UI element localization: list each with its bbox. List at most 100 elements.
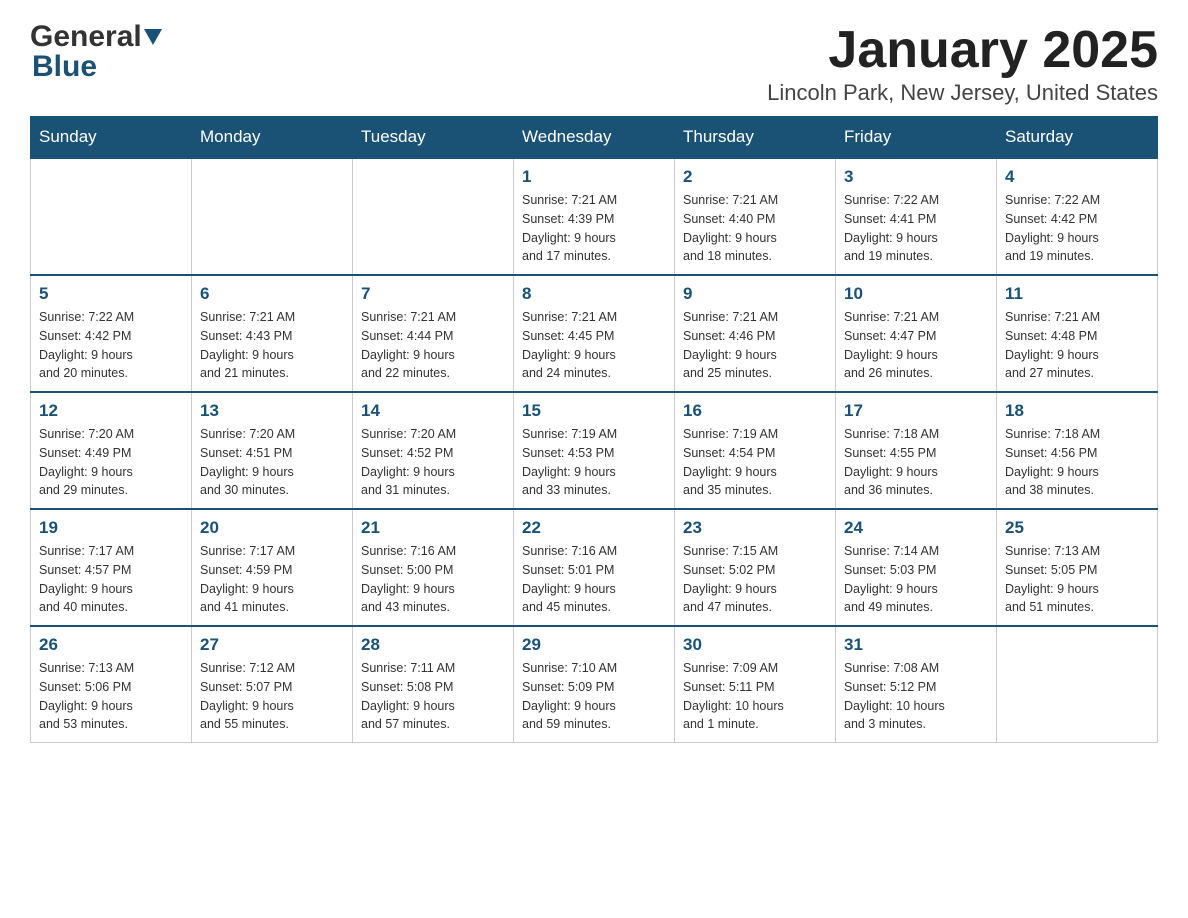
day-info: Sunrise: 7:08 AMSunset: 5:12 PMDaylight:… bbox=[844, 659, 988, 734]
calendar-day-header: Sunday bbox=[31, 117, 192, 159]
day-info: Sunrise: 7:17 AMSunset: 4:57 PMDaylight:… bbox=[39, 542, 183, 617]
calendar-cell: 25 Sunrise: 7:13 AMSunset: 5:05 PMDayligh… bbox=[997, 509, 1158, 626]
day-info: Sunrise: 7:18 AMSunset: 4:56 PMDaylight:… bbox=[1005, 425, 1149, 500]
calendar-cell: 27 Sunrise: 7:12 AMSunset: 5:07 PMDayligh… bbox=[192, 626, 353, 743]
calendar-cell: 8Sunrise: 7:21 AMSunset: 4:45 PMDaylight… bbox=[514, 275, 675, 392]
calendar-day-header: Saturday bbox=[997, 117, 1158, 159]
calendar-cell bbox=[31, 158, 192, 275]
calendar-cell: 4 Sunrise: 7:22 AMSunset: 4:42 PMDaylight… bbox=[997, 158, 1158, 275]
calendar-cell: 14 Sunrise: 7:20 AMSunset: 4:52 PMDayligh… bbox=[353, 392, 514, 509]
calendar-day-header: Wednesday bbox=[514, 117, 675, 159]
day-number: 12 bbox=[39, 401, 183, 421]
calendar-week-row: 19 Sunrise: 7:17 AMSunset: 4:57 PMDayligh… bbox=[31, 509, 1158, 626]
day-info: Sunrise: 7:12 AMSunset: 5:07 PMDaylight:… bbox=[200, 659, 344, 734]
day-number: 31 bbox=[844, 635, 988, 655]
day-info: Sunrise: 7:22 AMSunset: 4:42 PMDaylight:… bbox=[39, 308, 183, 383]
calendar-day-header: Tuesday bbox=[353, 117, 514, 159]
calendar-week-row: 26 Sunrise: 7:13 AMSunset: 5:06 PMDayligh… bbox=[31, 626, 1158, 743]
day-number: 9 bbox=[683, 284, 827, 304]
logo-arrow-icon bbox=[144, 29, 162, 50]
calendar-cell: 15Sunrise: 7:19 AMSunset: 4:53 PMDayligh… bbox=[514, 392, 675, 509]
day-info: Sunrise: 7:20 AMSunset: 4:51 PMDaylight:… bbox=[200, 425, 344, 500]
calendar-cell: 9 Sunrise: 7:21 AMSunset: 4:46 PMDaylight… bbox=[675, 275, 836, 392]
day-number: 7 bbox=[361, 284, 505, 304]
location-title: Lincoln Park, New Jersey, United States bbox=[767, 80, 1158, 106]
day-number: 26 bbox=[39, 635, 183, 655]
calendar-cell: 22 Sunrise: 7:16 AMSunset: 5:01 PMDayligh… bbox=[514, 509, 675, 626]
day-info: Sunrise: 7:21 AMSunset: 4:47 PMDaylight:… bbox=[844, 308, 988, 383]
calendar-cell: 31 Sunrise: 7:08 AMSunset: 5:12 PMDayligh… bbox=[836, 626, 997, 743]
day-info: Sunrise: 7:17 AMSunset: 4:59 PMDaylight:… bbox=[200, 542, 344, 617]
calendar-cell: 20 Sunrise: 7:17 AMSunset: 4:59 PMDayligh… bbox=[192, 509, 353, 626]
day-info: Sunrise: 7:21 AMSunset: 4:40 PMDaylight:… bbox=[683, 191, 827, 266]
calendar-cell: 17 Sunrise: 7:18 AMSunset: 4:55 PMDayligh… bbox=[836, 392, 997, 509]
calendar-cell: 18 Sunrise: 7:18 AMSunset: 4:56 PMDayligh… bbox=[997, 392, 1158, 509]
day-info: Sunrise: 7:21 AMSunset: 4:45 PMDaylight:… bbox=[522, 308, 666, 383]
day-info: Sunrise: 7:10 AMSunset: 5:09 PMDaylight:… bbox=[522, 659, 666, 734]
calendar-week-row: 5 Sunrise: 7:22 AMSunset: 4:42 PMDaylight… bbox=[31, 275, 1158, 392]
day-number: 22 bbox=[522, 518, 666, 538]
day-info: Sunrise: 7:13 AMSunset: 5:05 PMDaylight:… bbox=[1005, 542, 1149, 617]
day-number: 2 bbox=[683, 167, 827, 187]
day-info: Sunrise: 7:20 AMSunset: 4:49 PMDaylight:… bbox=[39, 425, 183, 500]
page-header: General Blue January 2025 Lincoln Park, … bbox=[30, 20, 1158, 106]
day-number: 21 bbox=[361, 518, 505, 538]
day-number: 27 bbox=[200, 635, 344, 655]
day-info: Sunrise: 7:19 AMSunset: 4:54 PMDaylight:… bbox=[683, 425, 827, 500]
calendar-cell: 29 Sunrise: 7:10 AMSunset: 5:09 PMDayligh… bbox=[514, 626, 675, 743]
day-info: Sunrise: 7:16 AMSunset: 5:01 PMDaylight:… bbox=[522, 542, 666, 617]
day-number: 18 bbox=[1005, 401, 1149, 421]
day-number: 25 bbox=[1005, 518, 1149, 538]
calendar-cell: 1Sunrise: 7:21 AMSunset: 4:39 PMDaylight… bbox=[514, 158, 675, 275]
day-number: 29 bbox=[522, 635, 666, 655]
day-number: 14 bbox=[361, 401, 505, 421]
day-number: 17 bbox=[844, 401, 988, 421]
calendar-cell: 16 Sunrise: 7:19 AMSunset: 4:54 PMDayligh… bbox=[675, 392, 836, 509]
day-info: Sunrise: 7:22 AMSunset: 4:41 PMDaylight:… bbox=[844, 191, 988, 266]
day-number: 1 bbox=[522, 167, 666, 187]
calendar-cell: 23 Sunrise: 7:15 AMSunset: 5:02 PMDayligh… bbox=[675, 509, 836, 626]
calendar-cell bbox=[997, 626, 1158, 743]
calendar-cell: 3Sunrise: 7:22 AMSunset: 4:41 PMDaylight… bbox=[836, 158, 997, 275]
day-number: 23 bbox=[683, 518, 827, 538]
logo: General Blue bbox=[30, 20, 162, 84]
title-section: January 2025 Lincoln Park, New Jersey, U… bbox=[767, 20, 1158, 106]
day-number: 16 bbox=[683, 401, 827, 421]
day-number: 28 bbox=[361, 635, 505, 655]
day-number: 10 bbox=[844, 284, 988, 304]
day-info: Sunrise: 7:21 AMSunset: 4:46 PMDaylight:… bbox=[683, 308, 827, 383]
calendar-table: SundayMondayTuesdayWednesdayThursdayFrid… bbox=[30, 116, 1158, 743]
day-info: Sunrise: 7:13 AMSunset: 5:06 PMDaylight:… bbox=[39, 659, 183, 734]
calendar-cell: 7 Sunrise: 7:21 AMSunset: 4:44 PMDaylight… bbox=[353, 275, 514, 392]
calendar-cell: 11Sunrise: 7:21 AMSunset: 4:48 PMDayligh… bbox=[997, 275, 1158, 392]
day-number: 24 bbox=[844, 518, 988, 538]
day-info: Sunrise: 7:15 AMSunset: 5:02 PMDaylight:… bbox=[683, 542, 827, 617]
calendar-cell: 6Sunrise: 7:21 AMSunset: 4:43 PMDaylight… bbox=[192, 275, 353, 392]
day-info: Sunrise: 7:14 AMSunset: 5:03 PMDaylight:… bbox=[844, 542, 988, 617]
calendar-cell: 19 Sunrise: 7:17 AMSunset: 4:57 PMDayligh… bbox=[31, 509, 192, 626]
calendar-cell: 10 Sunrise: 7:21 AMSunset: 4:47 PMDayligh… bbox=[836, 275, 997, 392]
day-number: 13 bbox=[200, 401, 344, 421]
day-info: Sunrise: 7:21 AMSunset: 4:44 PMDaylight:… bbox=[361, 308, 505, 383]
day-info: Sunrise: 7:18 AMSunset: 4:55 PMDaylight:… bbox=[844, 425, 988, 500]
calendar-cell: 24 Sunrise: 7:14 AMSunset: 5:03 PMDayligh… bbox=[836, 509, 997, 626]
day-info: Sunrise: 7:22 AMSunset: 4:42 PMDaylight:… bbox=[1005, 191, 1149, 266]
day-number: 20 bbox=[200, 518, 344, 538]
day-number: 5 bbox=[39, 284, 183, 304]
calendar-day-header: Friday bbox=[836, 117, 997, 159]
day-number: 30 bbox=[683, 635, 827, 655]
calendar-day-header: Monday bbox=[192, 117, 353, 159]
calendar-cell bbox=[192, 158, 353, 275]
day-info: Sunrise: 7:16 AMSunset: 5:00 PMDaylight:… bbox=[361, 542, 505, 617]
calendar-week-row: 1Sunrise: 7:21 AMSunset: 4:39 PMDaylight… bbox=[31, 158, 1158, 275]
calendar-cell: 26 Sunrise: 7:13 AMSunset: 5:06 PMDayligh… bbox=[31, 626, 192, 743]
calendar-cell: 2 Sunrise: 7:21 AMSunset: 4:40 PMDaylight… bbox=[675, 158, 836, 275]
logo-general-text: General bbox=[30, 20, 142, 54]
day-info: Sunrise: 7:19 AMSunset: 4:53 PMDaylight:… bbox=[522, 425, 666, 500]
day-number: 4 bbox=[1005, 167, 1149, 187]
day-info: Sunrise: 7:20 AMSunset: 4:52 PMDaylight:… bbox=[361, 425, 505, 500]
day-info: Sunrise: 7:11 AMSunset: 5:08 PMDaylight:… bbox=[361, 659, 505, 734]
day-number: 19 bbox=[39, 518, 183, 538]
calendar-cell: 12 Sunrise: 7:20 AMSunset: 4:49 PMDayligh… bbox=[31, 392, 192, 509]
logo-blue-text: Blue bbox=[32, 50, 97, 84]
